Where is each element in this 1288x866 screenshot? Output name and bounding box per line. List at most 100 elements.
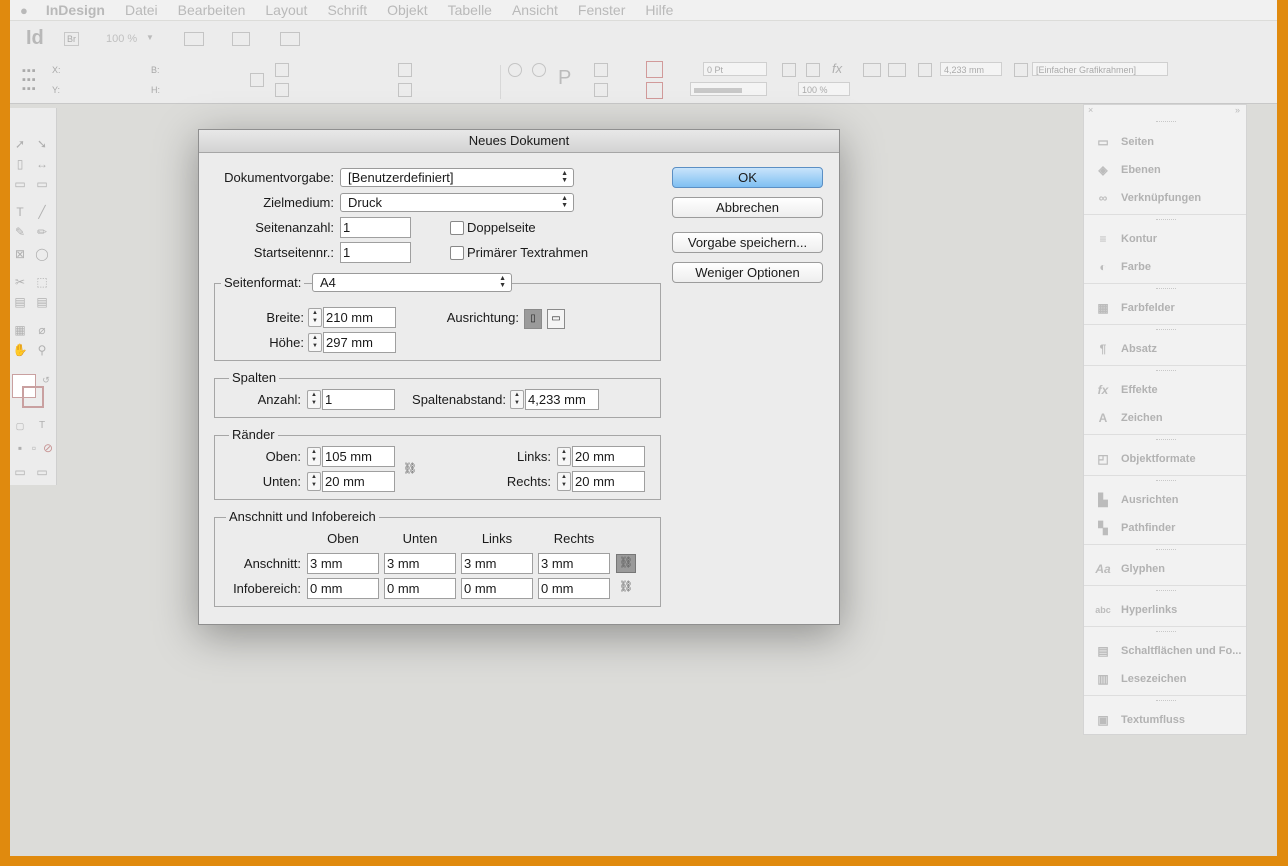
panel-farbe[interactable]: ◐ Farbe: [1094, 257, 1151, 277]
panel-objektformate[interactable]: ◰ Objektformate: [1094, 449, 1195, 469]
links-stepper[interactable]: ▲ ▼: [557, 447, 571, 466]
menu-tabelle[interactable]: Tabelle: [448, 2, 492, 18]
drop-shadow-icon[interactable]: [806, 63, 820, 77]
frame-style-select[interactable]: [Einfacher Grafikrahmen]: [1032, 62, 1168, 76]
rotate-ccw-icon[interactable]: [532, 63, 546, 77]
hand-tool-icon[interactable]: ✋: [12, 342, 28, 358]
ok-button[interactable]: OK: [672, 167, 823, 188]
anschnitt-rechts-input[interactable]: 3 mm: [538, 553, 610, 574]
screen-mode-tool-icon[interactable]: ▭: [34, 464, 50, 480]
panel-glyphen[interactable]: Aa Glyphen: [1094, 559, 1165, 579]
close-icon[interactable]: ×: [1088, 105, 1093, 115]
chain-link-icon[interactable]: ⛓: [403, 461, 417, 478]
stroke-weight-field[interactable]: 0 Pt: [703, 62, 767, 76]
spaltenabstand-input[interactable]: 4,233 mm: [525, 389, 599, 410]
anschnitt-oben-input[interactable]: 3 mm: [307, 553, 379, 574]
free-transform-tool-icon[interactable]: ⬚: [34, 274, 50, 290]
selection-tool-icon[interactable]: ➚: [12, 136, 28, 152]
gradient-feather-tool-icon[interactable]: ▤: [34, 294, 50, 310]
panel-zeichen[interactable]: A Zeichen: [1094, 408, 1163, 428]
hoehe-stepper[interactable]: ▲ ▼: [308, 333, 322, 352]
stroke-type-select[interactable]: [690, 82, 767, 96]
panel-verknuepfungen[interactable]: ∞ Verknüpfungen: [1094, 188, 1201, 208]
panel-ebenen[interactable]: ◈ Ebenen: [1094, 160, 1160, 180]
panel-seiten[interactable]: ▭ Seiten: [1094, 132, 1154, 152]
page-tool-icon[interactable]: ▯: [12, 156, 28, 172]
anschnitt-links-input[interactable]: 3 mm: [461, 553, 533, 574]
zielmedium-select[interactable]: Druck ▲ ▼: [340, 193, 574, 212]
rectangle-frame-tool-icon[interactable]: ⊠: [12, 246, 28, 262]
content-placer-icon[interactable]: ▭: [34, 176, 50, 192]
ellipse-tool-icon[interactable]: ◯: [34, 246, 50, 262]
infobereich-chain-link-icon[interactable]: ⛓: [619, 579, 633, 596]
scale-x-icon[interactable]: [275, 63, 289, 77]
hoehe-input[interactable]: 297 mm: [323, 332, 396, 353]
menu-objekt[interactable]: Objekt: [387, 2, 427, 18]
rotate-icon[interactable]: [398, 63, 412, 77]
portrait-orientation-icon[interactable]: ▯: [524, 309, 542, 329]
note-tool-icon[interactable]: ▦: [12, 322, 28, 338]
scale-y-icon[interactable]: [275, 83, 289, 97]
flip-vertical-icon[interactable]: [594, 83, 608, 97]
frame-style-icon[interactable]: [1014, 63, 1028, 77]
unten-input[interactable]: 20 mm: [322, 471, 395, 492]
panel-schaltflaechen[interactable]: ▤ Schaltflächen und Fo...: [1094, 641, 1241, 661]
zoom-tool-icon[interactable]: ⚲: [34, 342, 50, 358]
type-tool-icon[interactable]: T: [12, 204, 28, 220]
panel-lesezeichen[interactable]: ▥ Lesezeichen: [1094, 669, 1186, 689]
stroke-none-icon[interactable]: [646, 82, 663, 99]
fill-none-icon[interactable]: [646, 61, 663, 78]
swap-fill-stroke-icon[interactable]: ↺: [38, 372, 54, 388]
chevron-down-icon[interactable]: ▼: [146, 33, 154, 42]
panel-pathfinder[interactable]: ▚ Pathfinder: [1094, 518, 1175, 538]
flip-horizontal-icon[interactable]: [594, 63, 608, 77]
bridge-button[interactable]: Br: [64, 32, 79, 46]
pathfinder-p-icon[interactable]: P: [558, 67, 571, 90]
panel-kontur[interactable]: ≡ Kontur: [1094, 229, 1157, 249]
breite-stepper[interactable]: ▲ ▼: [308, 308, 322, 327]
formatting-text-icon[interactable]: T: [34, 418, 50, 434]
textrahmen-checkbox[interactable]: [450, 246, 464, 260]
opacity-field[interactable]: 100 %: [798, 82, 850, 96]
menu-datei[interactable]: Datei: [125, 2, 158, 18]
anzahl-stepper[interactable]: ▲ ▼: [307, 390, 321, 409]
shear-icon[interactable]: [398, 83, 412, 97]
links-input[interactable]: 20 mm: [572, 446, 645, 467]
seitenformat-select[interactable]: A4 ▲ ▼: [312, 273, 512, 292]
startseite-input[interactable]: 1: [340, 242, 411, 263]
unten-stepper[interactable]: ▲ ▼: [307, 472, 321, 491]
menu-layout[interactable]: Layout: [265, 2, 307, 18]
gap-field[interactable]: 4,233 mm: [940, 62, 1002, 76]
screen-mode-icon[interactable]: [232, 32, 250, 46]
view-options-icon[interactable]: [184, 32, 204, 46]
menu-ansicht[interactable]: Ansicht: [512, 2, 558, 18]
direct-selection-tool-icon[interactable]: ➘: [34, 136, 50, 152]
spaltenabstand-stepper[interactable]: ▲ ▼: [510, 390, 524, 409]
panel-absatz[interactable]: ¶ Absatz: [1094, 339, 1157, 359]
apply-none-icon[interactable]: ⊘: [40, 440, 56, 456]
anschnitt-unten-input[interactable]: 3 mm: [384, 553, 456, 574]
eyedropper-tool-icon[interactable]: ⌀: [34, 322, 50, 338]
fewer-options-button[interactable]: Weniger Optionen: [672, 262, 823, 283]
constrain-proportions-icon[interactable]: [250, 73, 264, 87]
infobereich-unten-input[interactable]: 0 mm: [384, 578, 456, 599]
infobereich-oben-input[interactable]: 0 mm: [307, 578, 379, 599]
apple-icon[interactable]: ●: [20, 3, 28, 18]
rotate-cw-icon[interactable]: [508, 63, 522, 77]
menu-fenster[interactable]: Fenster: [578, 2, 625, 18]
panel-ausrichten[interactable]: ▙ Ausrichten: [1094, 490, 1178, 510]
panel-textumfluss[interactable]: ▣ Textumfluss: [1094, 710, 1185, 730]
menu-hilfe[interactable]: Hilfe: [645, 2, 673, 18]
panel-farbfelder[interactable]: ▦ Farbfelder: [1094, 298, 1174, 318]
breite-input[interactable]: 210 mm: [323, 307, 396, 328]
reference-point-icon[interactable]: ▪▪▪ ▪▪▪ ▪▪▪: [22, 66, 37, 95]
stroke-swatch[interactable]: [22, 386, 44, 408]
line-tool-icon[interactable]: ╱: [34, 204, 50, 220]
frame-fit-icon[interactable]: [918, 63, 932, 77]
arrange-documents-icon[interactable]: [280, 32, 300, 46]
doppelseite-checkbox[interactable]: [450, 221, 464, 235]
panel-effekte[interactable]: fx Effekte: [1094, 380, 1158, 400]
fitting-icon[interactable]: [888, 63, 906, 77]
gradient-swatch-tool-icon[interactable]: ▤: [12, 294, 28, 310]
panel-hyperlinks[interactable]: abc Hyperlinks: [1094, 600, 1177, 620]
